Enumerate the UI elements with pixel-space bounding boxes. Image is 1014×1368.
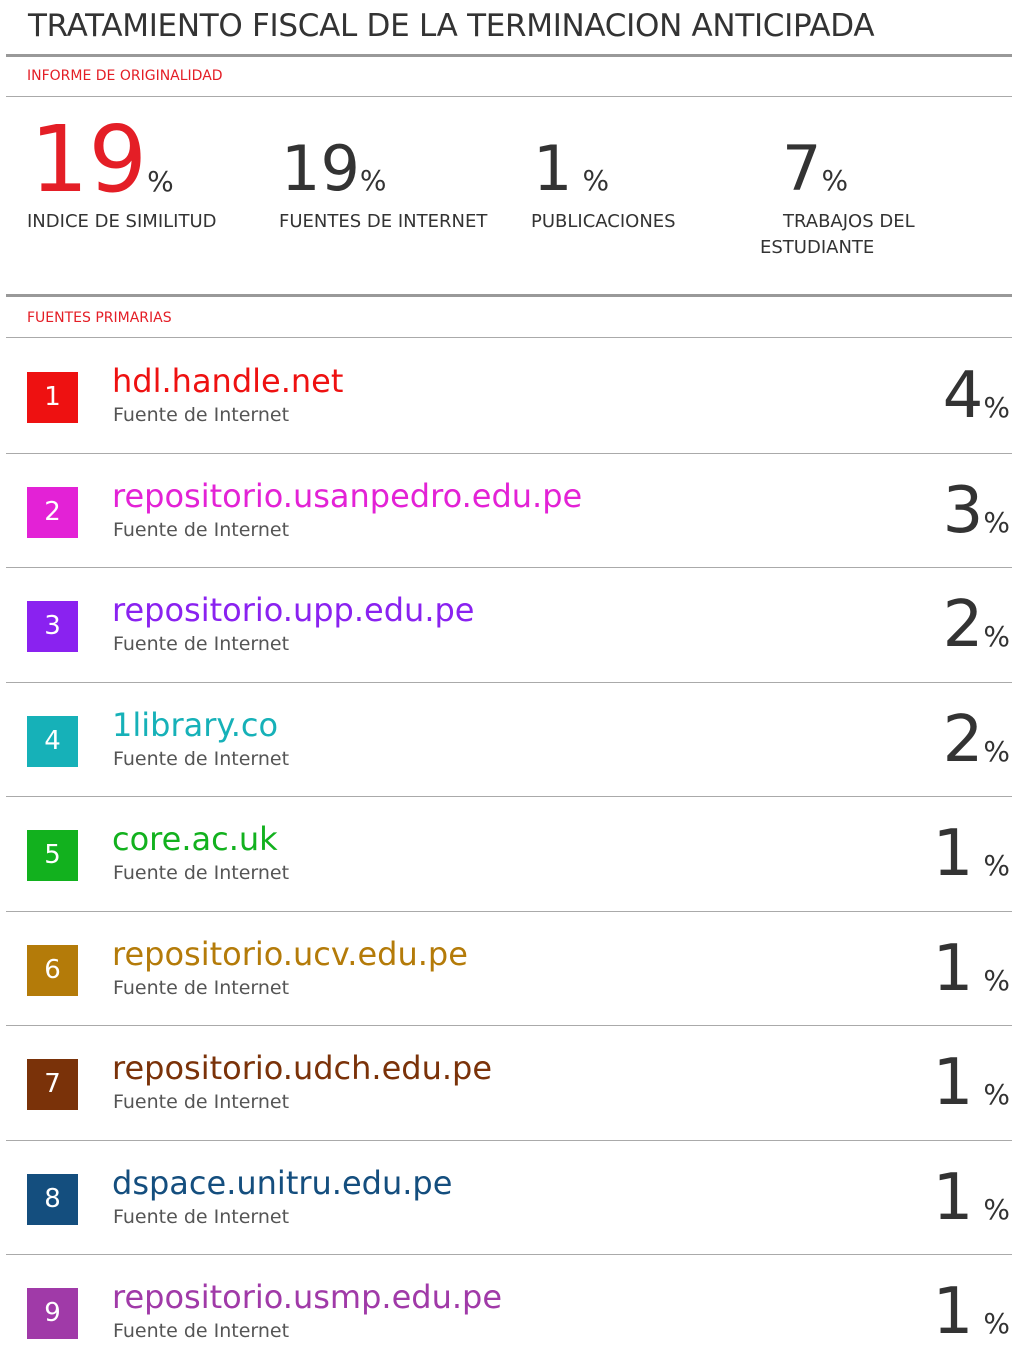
student-works-value: 7% <box>782 132 849 205</box>
source-type-label: Fuente de Internet <box>113 404 290 426</box>
similarity-value: 19% <box>30 106 174 213</box>
source-row: 9 repositorio.usmp.edu.pe Fuente de Intern… <box>0 1254 1014 1368</box>
source-percentage: 1% <box>932 1046 1010 1120</box>
source-rank-badge: 5 <box>27 830 78 881</box>
source-name-link[interactable]: dspace.unitru.edu.pe <box>112 1167 452 1199</box>
source-percentage: 1% <box>932 932 1010 1006</box>
source-name-link[interactable]: repositorio.udch.edu.pe <box>112 1052 492 1084</box>
source-rank-badge: 3 <box>27 601 78 652</box>
source-percentage: 1% <box>932 817 1010 891</box>
title-divider <box>6 54 1012 57</box>
similarity-label: INDICE DE SIMILITUD <box>27 211 217 232</box>
source-rank-badge: 1 <box>27 372 78 423</box>
source-percentage: 3% <box>942 474 1010 548</box>
source-row: 8 dspace.unitru.edu.pe Fuente de Internet 1… <box>0 1140 1014 1254</box>
source-row: 4 1library.co Fuente de Internet 2% <box>0 682 1014 796</box>
source-percentage: 2% <box>942 588 1010 662</box>
source-name-link[interactable]: repositorio.usanpedro.edu.pe <box>112 480 582 512</box>
student-works-label-line1: TRABAJOS DEL <box>783 211 915 232</box>
source-rank-badge: 7 <box>27 1059 78 1110</box>
source-name-link[interactable]: 1library.co <box>112 709 278 741</box>
publications-label: PUBLICACIONES <box>531 211 676 232</box>
source-row: 6 repositorio.ucv.edu.pe Fuente de Interne… <box>0 911 1014 1025</box>
source-name-link[interactable]: core.ac.uk <box>112 823 278 855</box>
source-row: 7 repositorio.udch.edu.pe Fuente de Intern… <box>0 1025 1014 1139</box>
student-works-label-line2: ESTUDIANTE <box>760 237 875 258</box>
source-type-label: Fuente de Internet <box>113 1320 290 1342</box>
publications-value: 1% <box>533 132 610 205</box>
source-row: 3 repositorio.upp.edu.pe Fuente de Interne… <box>0 567 1014 681</box>
originality-report-label: INFORME DE ORIGINALIDAD <box>27 68 223 84</box>
stats-divider <box>6 294 1012 297</box>
source-type-label: Fuente de Internet <box>113 519 290 541</box>
source-percentage: 1% <box>932 1275 1010 1349</box>
source-name-link[interactable]: hdl.handle.net <box>112 365 343 397</box>
source-name-link[interactable]: repositorio.ucv.edu.pe <box>112 938 468 970</box>
source-row: 2 repositorio.usanpedro.edu.pe Fuente de I… <box>0 453 1014 567</box>
source-type-label: Fuente de Internet <box>113 1091 290 1113</box>
originality-divider <box>6 96 1012 97</box>
source-row: 1 hdl.handle.net Fuente de Internet 4% <box>0 338 1014 452</box>
source-type-label: Fuente de Internet <box>113 633 290 655</box>
primary-sources-label: FUENTES PRIMARIAS <box>27 310 172 326</box>
source-name-link[interactable]: repositorio.upp.edu.pe <box>112 594 474 626</box>
source-type-label: Fuente de Internet <box>113 748 290 770</box>
source-percentage: 1% <box>932 1161 1010 1235</box>
source-name-link[interactable]: repositorio.usmp.edu.pe <box>112 1281 502 1313</box>
source-rank-badge: 4 <box>27 716 78 767</box>
internet-sources-value: 19% <box>281 132 387 205</box>
source-row: 5 core.ac.uk Fuente de Internet 1% <box>0 796 1014 910</box>
source-type-label: Fuente de Internet <box>113 977 290 999</box>
source-percentage: 2% <box>942 703 1010 777</box>
source-rank-badge: 8 <box>27 1174 78 1225</box>
source-rank-badge: 6 <box>27 945 78 996</box>
source-rank-badge: 9 <box>27 1288 78 1339</box>
document-title: TRATAMIENTO FISCAL DE LA TERMINACION ANT… <box>28 8 875 44</box>
internet-sources-label: FUENTES DE INTERNET <box>279 211 488 232</box>
source-percentage: 4% <box>942 359 1010 433</box>
source-type-label: Fuente de Internet <box>113 862 290 884</box>
source-rank-badge: 2 <box>27 487 78 538</box>
source-type-label: Fuente de Internet <box>113 1206 290 1228</box>
